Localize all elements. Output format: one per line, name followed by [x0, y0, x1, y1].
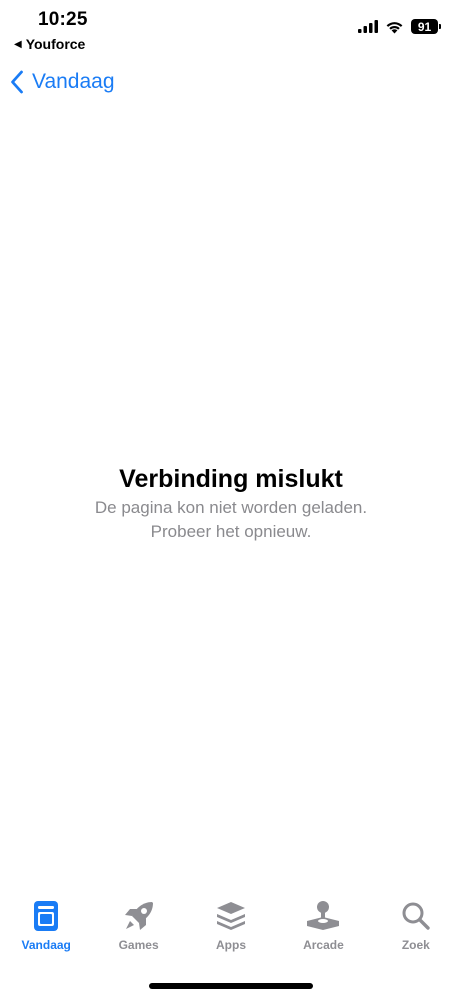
error-title: Verbinding mislukt [119, 465, 343, 493]
joystick-icon [303, 898, 343, 934]
tab-zoek[interactable]: Zoek [370, 898, 462, 968]
today-icon [26, 898, 66, 934]
error-message-line-1: De pagina kon niet worden geladen. [94, 498, 368, 517]
tab-vandaag[interactable]: Vandaag [0, 898, 92, 968]
back-triangle-icon: ◀ [14, 38, 22, 50]
search-icon [396, 898, 436, 934]
home-indicator[interactable] [149, 983, 313, 989]
tab-bar: Vandaag Games Apps Arcade Zoek [0, 898, 462, 968]
tab-apps-label: Apps [216, 938, 247, 952]
wifi-icon [386, 21, 403, 33]
cellular-signal-icon [358, 20, 378, 33]
tab-games[interactable]: Games [92, 898, 184, 968]
chevron-left-icon [11, 70, 23, 94]
tab-zoek-label: Zoek [401, 938, 430, 952]
nav-back-button[interactable]: Vandaag [10, 66, 115, 98]
back-to-app-link[interactable]: ◀ Youforce [14, 36, 85, 52]
status-bar: 10:25 ◀ Youforce 91 [0, 0, 462, 60]
rocket-icon [119, 898, 159, 934]
error-message-line-2: Probeer het opnieuw. [150, 522, 312, 541]
tab-arcade[interactable]: Arcade [277, 898, 369, 968]
status-indicators: 91 [358, 19, 441, 34]
nav-back-label: Vandaag [32, 70, 115, 93]
tab-apps[interactable]: Apps [185, 898, 277, 968]
tab-vandaag-label: Vandaag [21, 938, 71, 952]
tab-arcade-label: Arcade [303, 938, 344, 952]
apps-stack-icon [211, 898, 251, 934]
battery-icon: 91 [411, 19, 441, 34]
connection-error: Verbinding mislukt De pagina kon niet wo… [0, 462, 462, 544]
tab-games-label: Games [118, 938, 159, 952]
status-time: 10:25 [38, 9, 88, 30]
back-app-label: Youforce [25, 36, 86, 52]
